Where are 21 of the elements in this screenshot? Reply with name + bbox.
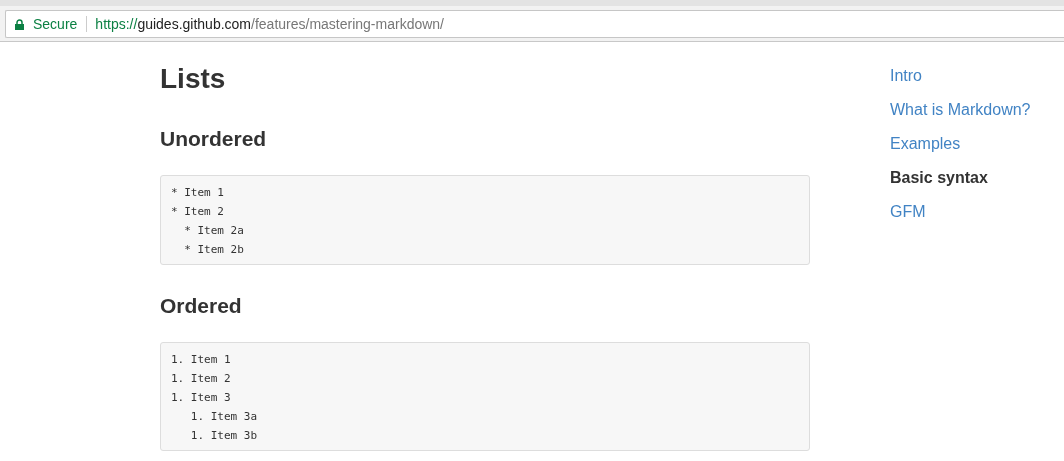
code-line: 1. Item 2 — [171, 371, 231, 387]
toc-link[interactable]: What is Markdown? — [890, 100, 1031, 120]
page-title: Lists — [160, 62, 227, 96]
code-line: 1. Item 3b — [189, 428, 258, 444]
section-heading: Unordered — [160, 126, 268, 152]
code-line: * Item 2b — [183, 242, 244, 258]
code-line: 1. Item 3 — [171, 390, 231, 406]
code-line: * Item 2a — [183, 223, 244, 239]
section-heading: Ordered — [160, 293, 243, 319]
code-line: 1. Item 3a — [189, 409, 258, 425]
security-label: Secure — [33, 16, 78, 32]
toc-link[interactable]: GFM — [890, 202, 926, 222]
code-line: * Item 1 — [171, 185, 224, 201]
toc-link[interactable]: Basic syntax — [890, 168, 988, 188]
address-field[interactable]: Secure https://guides.github.com/features/mastering-markdown/ — [5, 10, 1064, 38]
code-line: 1. Item 1 — [171, 352, 231, 368]
code-line: * Item 2 — [171, 204, 224, 220]
lock-icon — [15, 18, 24, 30]
toc-link[interactable]: Examples — [890, 134, 961, 154]
url-text: https://guides.github.com/features/mastering-markdown/ — [95, 16, 444, 32]
toc-link[interactable]: Intro — [890, 66, 922, 86]
